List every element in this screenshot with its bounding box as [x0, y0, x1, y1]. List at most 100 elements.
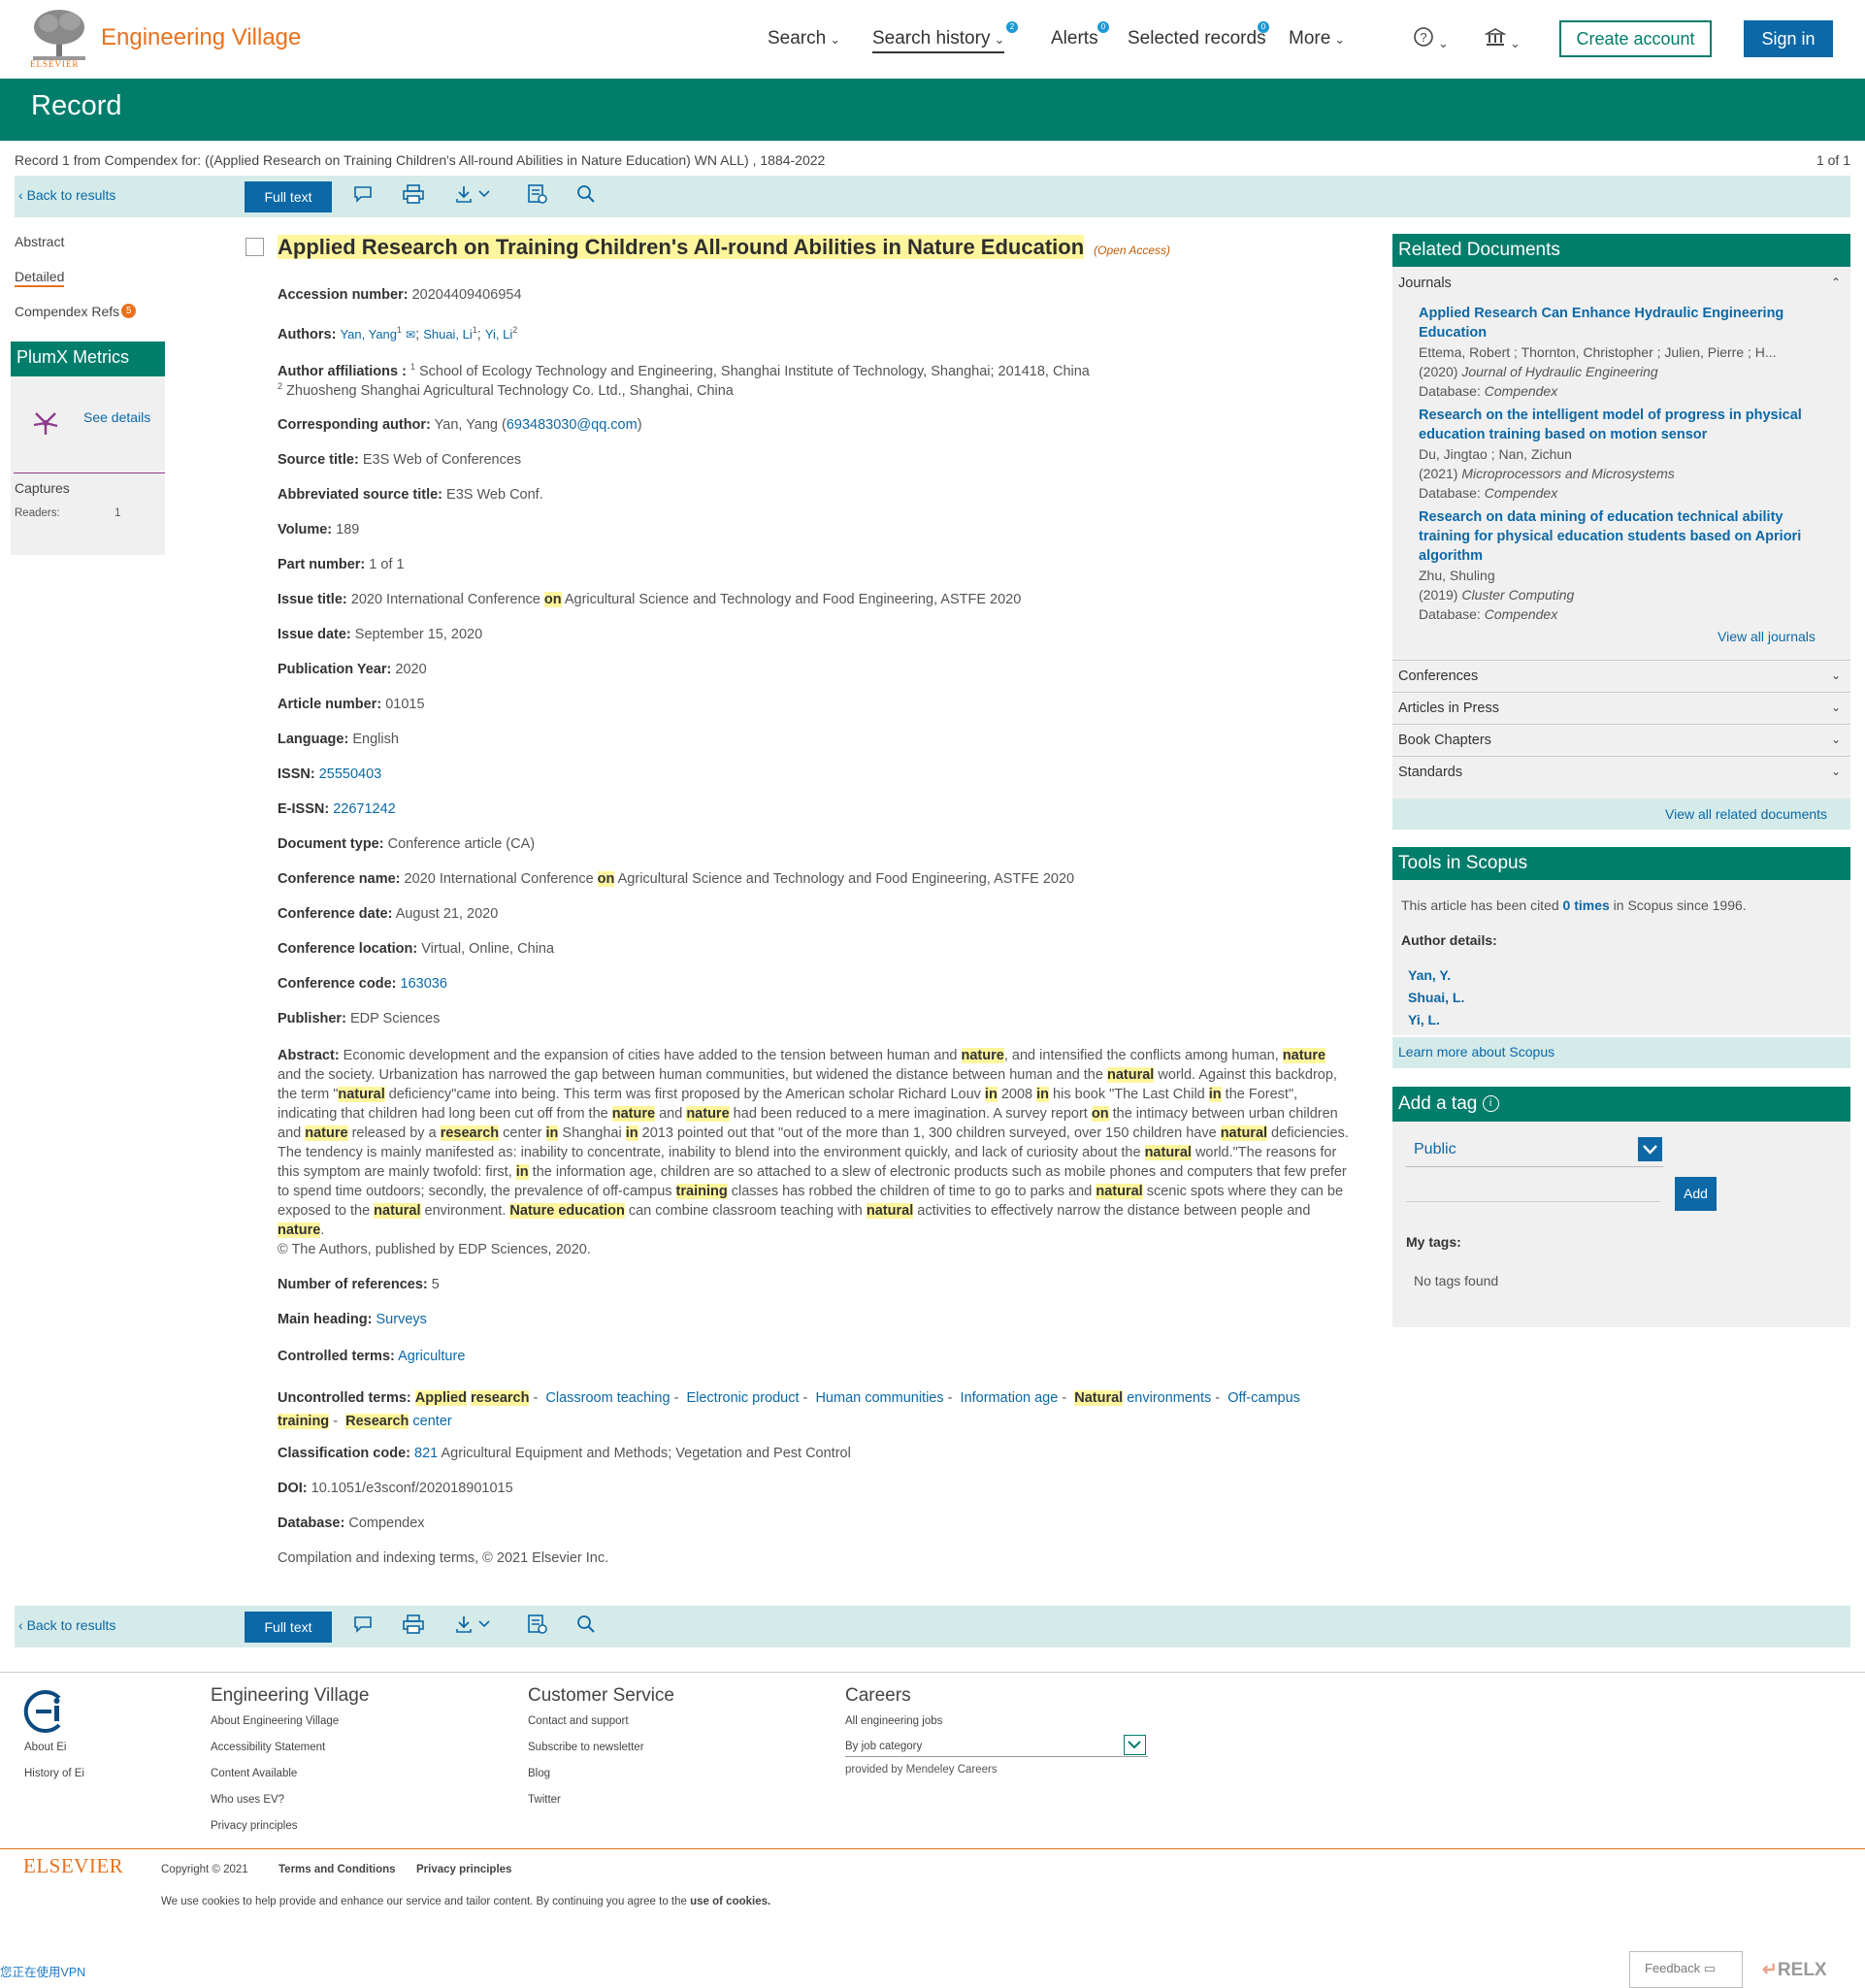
standards-section-toggle[interactable]: Standards — [1398, 765, 1462, 780]
create-account-button[interactable]: Create account — [1559, 20, 1712, 57]
nav-more[interactable]: More ⌄ — [1289, 28, 1345, 49]
back-to-results-link[interactable]: ‹ Back to results — [18, 1617, 115, 1633]
footer-link[interactable]: About Engineering Village — [211, 1715, 339, 1727]
related-journal-authors-1[interactable]: Ettema, Robert ; Thornton, Christopher ;… — [1419, 342, 1777, 362]
feedback-button[interactable]: Feedback ▭ — [1629, 1951, 1743, 1988]
learn-more-scopus-link[interactable]: Learn more about Scopus — [1398, 1044, 1554, 1059]
add-tag-button[interactable]: Add — [1675, 1177, 1717, 1211]
class-code-link[interactable]: 821 — [414, 1446, 438, 1461]
footer-about-ei-link[interactable]: About Ei — [24, 1742, 66, 1753]
info-icon[interactable]: i — [1482, 1095, 1499, 1113]
elsevier-logo[interactable]: ELSEVIER — [23, 1854, 123, 1878]
tag-input[interactable] — [1406, 1179, 1660, 1202]
use-of-cookies-link[interactable]: use of cookies. — [690, 1896, 770, 1907]
full-text-button[interactable]: Full text — [245, 1612, 332, 1643]
corresponding-email-link[interactable]: 693483030@qq.com — [507, 417, 638, 433]
print-icon[interactable] — [402, 183, 425, 205]
chevron-down-icon[interactable]: ⌄ — [1831, 701, 1841, 714]
sidebar-item-compendex-refs[interactable]: Compendex Refs 5 — [15, 304, 137, 319]
terms-link[interactable]: Terms and Conditions — [278, 1864, 396, 1875]
institution-menu[interactable]: ⌄ — [1484, 26, 1521, 53]
tag-visibility-select[interactable]: Public — [1406, 1132, 1663, 1167]
uncontrolled-term-link[interactable]: Research center — [345, 1414, 452, 1429]
related-journal-title-1[interactable]: Applied Research Can Enhance Hydraulic E… — [1419, 304, 1816, 342]
brand-name[interactable]: Engineering Village — [101, 24, 301, 51]
uncontrolled-term-link[interactable]: Electronic product — [686, 1390, 799, 1406]
chevron-down-icon[interactable]: ⌄ — [1831, 668, 1841, 682]
uncontrolled-term-link[interactable]: Classroom teaching — [545, 1390, 670, 1406]
privacy-link[interactable]: Privacy principles — [416, 1864, 511, 1875]
chevron-down-icon[interactable]: ⌄ — [1831, 765, 1841, 778]
main-heading-link[interactable]: Surveys — [376, 1312, 427, 1327]
chevron-down-icon: ⌄ — [1510, 36, 1521, 50]
comment-icon[interactable] — [352, 1613, 374, 1635]
footer-link[interactable]: Accessibility Statement — [211, 1742, 325, 1753]
chevron-down-icon[interactable]: ⌄ — [1831, 733, 1841, 746]
save-to-folder-icon[interactable] — [526, 1613, 549, 1635]
uncontrolled-term-link[interactable]: Human communities — [815, 1390, 943, 1406]
elsevier-tree-logo-icon[interactable] — [29, 8, 89, 62]
book-chapters-section-toggle[interactable]: Book Chapters — [1398, 733, 1491, 748]
footer-all-jobs-link[interactable]: All engineering jobs — [845, 1715, 942, 1727]
footer-history-ei-link[interactable]: History of Ei — [24, 1768, 84, 1779]
search-icon[interactable] — [575, 1613, 597, 1635]
relx-logo[interactable]: ↵RELX — [1762, 1959, 1827, 1981]
scopus-author-link-3[interactable]: Yi, L. — [1408, 1012, 1440, 1027]
save-to-folder-icon[interactable] — [526, 183, 549, 205]
select-record-checkbox[interactable] — [245, 238, 264, 256]
footer-link[interactable]: Subscribe to newsletter — [528, 1742, 644, 1753]
articles-in-press-section-toggle[interactable]: Articles in Press — [1398, 701, 1499, 716]
abstract-copyright: © The Authors, published by EDP Sciences… — [278, 1242, 591, 1257]
print-icon[interactable] — [402, 1613, 425, 1635]
cited-times-link[interactable]: 0 times — [1563, 897, 1610, 913]
author-link-1[interactable]: Yan, Yang — [340, 327, 397, 342]
readers-value: 1 — [115, 507, 121, 519]
uncontrolled-term-link[interactable]: Natural environments — [1074, 1390, 1211, 1406]
conferences-section-toggle[interactable]: Conferences — [1398, 668, 1478, 684]
footer-link[interactable]: Blog — [528, 1768, 550, 1779]
see-details-link[interactable]: See details — [83, 409, 150, 425]
full-text-button[interactable]: Full text — [245, 181, 332, 212]
scopus-author-link-2[interactable]: Shuai, L. — [1408, 990, 1464, 1005]
footer-link[interactable]: Who uses EV? — [211, 1794, 284, 1806]
journals-section-toggle[interactable]: Journals — [1398, 276, 1452, 291]
sidebar-item-abstract[interactable]: Abstract — [15, 234, 64, 249]
envelope-icon[interactable]: ✉ — [406, 328, 415, 342]
view-all-related-documents-link[interactable]: View all related documents — [1665, 806, 1827, 822]
nav-search[interactable]: Search ⌄ — [768, 28, 840, 49]
controlled-term-link[interactable]: Agriculture — [398, 1349, 465, 1364]
search-icon[interactable] — [575, 183, 597, 205]
nav-selected-records[interactable]: Selected records — [1128, 28, 1266, 49]
related-journal-title-2[interactable]: Research on the intelligent model of pro… — [1419, 406, 1816, 444]
comment-icon[interactable] — [352, 183, 374, 205]
ei-logo-icon[interactable] — [22, 1688, 69, 1735]
author-link-3[interactable]: Yi, Li — [485, 327, 512, 342]
issn-link[interactable]: 25550403 — [319, 766, 382, 782]
related-journal-title-3[interactable]: Research on data mining of education tec… — [1419, 507, 1816, 566]
footer-link[interactable]: Content Available — [211, 1768, 297, 1779]
chevron-up-icon[interactable]: ⌃ — [1831, 276, 1841, 289]
related-journal-authors-3[interactable]: Zhu, Shuling — [1419, 566, 1495, 585]
class-text: Agricultural Equipment and Methods; Vege… — [441, 1446, 851, 1461]
scopus-author-link-1[interactable]: Yan, Y. — [1408, 967, 1451, 983]
uncontrolled-term-link[interactable]: Applied research — [414, 1390, 530, 1406]
download-icon[interactable] — [454, 1613, 495, 1635]
job-category-select[interactable]: By job category — [845, 1735, 1148, 1757]
download-icon[interactable] — [454, 183, 495, 205]
conf-code-link[interactable]: 163036 — [401, 976, 447, 992]
sign-in-button[interactable]: Sign in — [1744, 20, 1833, 57]
related-journal-authors-2[interactable]: Du, Jingtao ; Nan, Zichun — [1419, 444, 1572, 464]
author-link-2[interactable]: Shuai, Li — [423, 327, 473, 342]
back-to-results-link[interactable]: ‹ Back to results — [18, 187, 115, 203]
nav-search-history[interactable]: Search history ⌄ — [872, 28, 1005, 53]
sidebar-item-detailed[interactable]: Detailed — [15, 269, 65, 287]
uncontrolled-term-link[interactable]: Information age — [961, 1390, 1059, 1406]
view-all-journals-link[interactable]: View all journals — [1718, 629, 1816, 644]
footer-link[interactable]: Contact and support — [528, 1715, 629, 1727]
footer-link[interactable]: Privacy principles — [211, 1820, 297, 1832]
eissn-link[interactable]: 22671242 — [333, 801, 396, 817]
help-menu[interactable]: ? ⌄ — [1413, 26, 1449, 53]
nav-alerts[interactable]: Alerts — [1051, 28, 1098, 49]
footer-link[interactable]: Twitter — [528, 1794, 561, 1806]
nav-alerts-label: Alerts — [1051, 28, 1098, 49]
